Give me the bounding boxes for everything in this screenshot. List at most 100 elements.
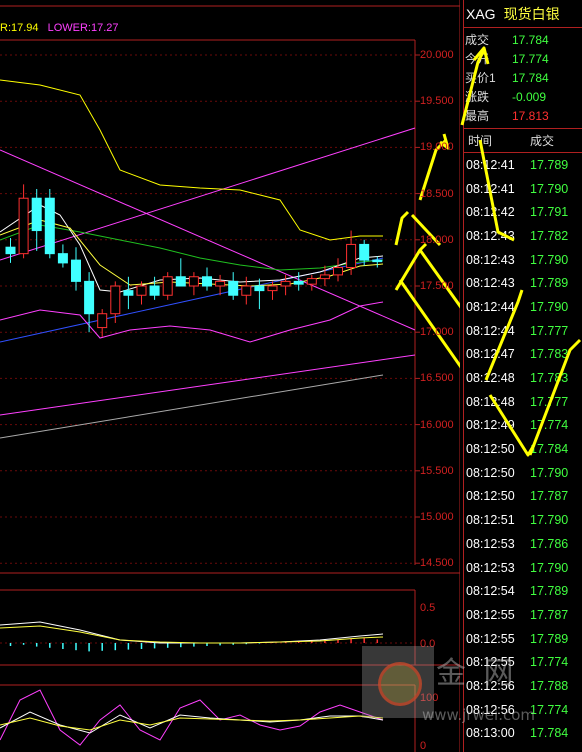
tick-price: 17.777 bbox=[530, 394, 569, 409]
quote-row: 成交 17.784 bbox=[464, 30, 582, 49]
price-tick-label: 16.500 bbox=[420, 372, 454, 385]
price-tick-label: 18.500 bbox=[420, 187, 454, 200]
tick-row[interactable]: 08:12:53 17.790 bbox=[464, 556, 582, 580]
tick-row[interactable]: 08:12:43 17.790 bbox=[464, 248, 582, 272]
kline-chart-panel[interactable]: R:17.94 LOWER:17.27 20.000 19.500 19.000 18… bbox=[0, 0, 460, 752]
indicator-tick-label: 100 bbox=[420, 692, 439, 704]
tick-price: 17.783 bbox=[530, 347, 569, 362]
tick-price: 17.790 bbox=[530, 465, 569, 480]
candle-body bbox=[44, 197, 55, 255]
kdj-k-line bbox=[0, 711, 384, 734]
tick-row[interactable]: 08:12:43 17.782 bbox=[464, 224, 582, 248]
tick-row[interactable]: 08:12:50 17.790 bbox=[464, 461, 582, 485]
tick-row[interactable]: 08:12:44 17.777 bbox=[464, 319, 582, 343]
tick-time: 08:12:43 bbox=[466, 228, 515, 243]
tick-row[interactable]: 08:12:41 17.789 bbox=[464, 153, 582, 177]
price-tick-label: 19.000 bbox=[420, 141, 454, 154]
tick-row[interactable]: 08:12:43 17.789 bbox=[464, 271, 582, 295]
tick-price: 17.790 bbox=[530, 513, 569, 528]
tick-price: 17.777 bbox=[530, 323, 569, 338]
tick-price: 17.789 bbox=[530, 584, 569, 599]
candle-body bbox=[267, 285, 278, 292]
candle-body bbox=[293, 280, 304, 285]
tick-price: 17.790 bbox=[530, 299, 569, 314]
tick-time: 08:12:49 bbox=[466, 418, 515, 433]
boll-indicator-header: R:17.94 LOWER:17.27 bbox=[0, 22, 119, 34]
tick-row[interactable]: 08:12:47 17.783 bbox=[464, 343, 582, 367]
tick-row[interactable]: 08:12:55 17.774 bbox=[464, 650, 582, 674]
tick-time: 08:12:41 bbox=[466, 157, 515, 172]
tick-time: 08:12:51 bbox=[466, 513, 515, 528]
price-tick-label: 16.000 bbox=[420, 418, 454, 431]
tick-row[interactable]: 08:12:54 17.789 bbox=[464, 579, 582, 603]
boll-lower-label: LOWER:17.27 bbox=[47, 22, 119, 34]
candle-body bbox=[188, 276, 199, 287]
tick-row[interactable]: 08:12:42 17.791 bbox=[464, 200, 582, 224]
candle-body bbox=[359, 243, 370, 261]
candle-body bbox=[254, 285, 265, 292]
symbol-header[interactable]: XAG 现货白银 bbox=[464, 0, 582, 28]
tick-row[interactable]: 08:12:50 17.787 bbox=[464, 485, 582, 509]
tick-time: 08:12:43 bbox=[466, 252, 515, 267]
tick-price-header: 成交 bbox=[530, 134, 555, 148]
tick-list[interactable]: 08:12:41 17.789 08:12:41 17.790 08:12:42 17.7… bbox=[464, 153, 582, 745]
moving-average-line bbox=[0, 257, 384, 343]
tick-row[interactable]: 08:12:56 17.788 bbox=[464, 674, 582, 698]
tick-time: 08:12:44 bbox=[466, 323, 515, 338]
macd-dif-line bbox=[0, 621, 384, 644]
quote-value: 17.784 bbox=[512, 70, 549, 85]
tick-time: 08:12:53 bbox=[466, 536, 515, 551]
tick-price: 17.788 bbox=[530, 678, 569, 693]
candle-body bbox=[123, 290, 134, 296]
tick-row[interactable]: 08:12:48 17.783 bbox=[464, 366, 582, 390]
tick-row[interactable]: 08:12:55 17.787 bbox=[464, 603, 582, 627]
tick-price: 17.786 bbox=[530, 536, 569, 551]
candle-body bbox=[97, 313, 108, 329]
quote-row: 最高 17.813 bbox=[464, 106, 582, 125]
candle-body bbox=[57, 253, 68, 264]
kdj-d-line bbox=[0, 715, 384, 731]
tick-price: 17.774 bbox=[530, 418, 569, 433]
tick-time: 08:12:55 bbox=[466, 631, 515, 646]
tick-price: 17.784 bbox=[530, 442, 569, 457]
tick-time: 08:12:50 bbox=[466, 442, 515, 457]
candle-body bbox=[5, 246, 16, 255]
quote-label: 买价1 bbox=[465, 71, 496, 85]
quote-value: 17.774 bbox=[512, 51, 549, 66]
candle-body bbox=[110, 285, 121, 315]
symbol-name: 现货白银 bbox=[503, 5, 560, 22]
boll-upper-label: R:17.94 bbox=[0, 22, 39, 34]
tick-row[interactable]: 08:12:41 17.790 bbox=[464, 177, 582, 201]
tick-row[interactable]: 08:12:49 17.774 bbox=[464, 414, 582, 438]
tick-time: 08:12:56 bbox=[466, 702, 515, 717]
tick-row[interactable]: 08:12:44 17.790 bbox=[464, 295, 582, 319]
tick-row[interactable]: 08:12:51 17.790 bbox=[464, 508, 582, 532]
quote-summary: 成交 17.784 今开 17.774 买价1 17.784 涨跌 -0.009 最高 1… bbox=[464, 28, 582, 129]
quote-label: 今开 bbox=[465, 52, 490, 66]
tick-row[interactable]: 08:12:56 17.774 bbox=[464, 698, 582, 722]
quote-row: 涨跌 -0.009 bbox=[464, 87, 582, 106]
candle-body bbox=[280, 280, 291, 287]
kdj-j-line bbox=[0, 689, 384, 746]
quote-value: -0.009 bbox=[512, 89, 547, 104]
tick-row[interactable]: 08:12:48 17.777 bbox=[464, 390, 582, 414]
price-tick-label: 20.000 bbox=[420, 49, 454, 61]
tick-price: 17.782 bbox=[530, 228, 569, 243]
candle-body bbox=[136, 285, 147, 296]
tick-row[interactable]: 08:13:00 17.784 bbox=[464, 722, 582, 746]
price-tick-label: 17.500 bbox=[420, 280, 454, 292]
tick-price: 17.790 bbox=[530, 252, 569, 267]
tick-row[interactable]: 08:12:55 17.789 bbox=[464, 627, 582, 651]
candle-body bbox=[162, 276, 173, 296]
tick-row[interactable]: 08:12:53 17.786 bbox=[464, 532, 582, 556]
tick-time: 08:12:50 bbox=[466, 465, 515, 480]
tick-row[interactable]: 08:12:50 17.784 bbox=[464, 437, 582, 461]
candle-body bbox=[228, 280, 239, 296]
price-tick-label: 15.000 bbox=[420, 511, 454, 523]
candle-body bbox=[175, 276, 186, 287]
price-tick-label: 15.500 bbox=[420, 464, 454, 477]
kline-chart[interactable] bbox=[0, 0, 460, 752]
price-tick-label: 17.000 bbox=[420, 326, 454, 339]
macd-dea-line bbox=[0, 625, 384, 644]
tick-list-header: 时间 成交 bbox=[464, 129, 582, 153]
